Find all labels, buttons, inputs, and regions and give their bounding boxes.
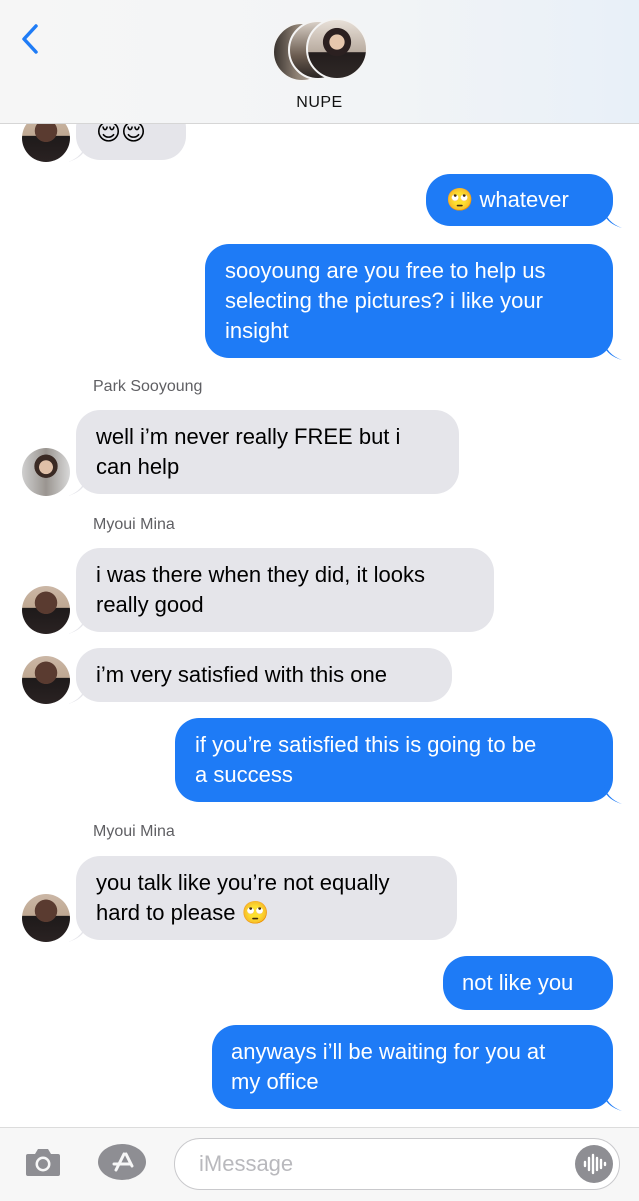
app-store-icon[interactable]	[96, 1142, 148, 1182]
bubble-tail	[68, 614, 86, 634]
message-text: not like you	[462, 970, 574, 995]
bubble-tail	[604, 208, 622, 228]
bubble-tail	[604, 1091, 622, 1111]
message-text-line: sooyoung are you free to help us	[225, 258, 546, 283]
conversation-header: NUPE	[0, 0, 639, 124]
group-member-avatar	[306, 18, 368, 80]
bubble-tail	[604, 784, 622, 804]
message-bubble-incoming[interactable]: you talk like you’re not equally hard to…	[76, 856, 457, 940]
message-bubble-incoming[interactable]: i’m very satisfied with this one	[76, 648, 452, 702]
back-chevron-icon[interactable]	[16, 22, 46, 56]
camera-icon[interactable]	[24, 1146, 62, 1178]
message-text-line: i was there when they did, it looks	[96, 562, 425, 587]
message-text-line: really good	[96, 592, 204, 617]
avatar[interactable]	[22, 124, 70, 162]
input-placeholder: iMessage	[199, 1151, 294, 1176]
compose-bar: iMessage	[0, 1127, 639, 1201]
sender-name: Myoui Mina	[93, 823, 175, 840]
bubble-tail	[68, 476, 86, 496]
message-bubble-incoming[interactable]: 😌😌	[76, 124, 186, 160]
message-text-line: insight	[225, 318, 289, 343]
imessage-input[interactable]: iMessage	[174, 1138, 620, 1190]
message-bubble-outgoing[interactable]: not like you	[443, 956, 613, 1010]
avatar[interactable]	[22, 448, 70, 496]
bubble-tail	[68, 142, 86, 162]
avatar[interactable]	[22, 586, 70, 634]
message-bubble-outgoing[interactable]: anyways i’ll be waiting for you at my of…	[212, 1025, 613, 1109]
avatar[interactable]	[22, 894, 70, 942]
message-list[interactable]: 😌😌 🙄 whatever sooyoung are you free to h…	[0, 124, 639, 1127]
message-text-line: well i’m never really FREE but i	[96, 424, 401, 449]
avatar[interactable]	[22, 656, 70, 704]
message-bubble-incoming[interactable]: i was there when they did, it looks real…	[76, 548, 494, 632]
message-text: 😌😌	[96, 124, 147, 146]
message-text-line: hard to please 🙄	[96, 900, 269, 925]
sender-name: Myoui Mina	[93, 516, 175, 533]
message-bubble-incoming[interactable]: well i’m never really FREE but i can hel…	[76, 410, 459, 494]
message-bubble-outgoing[interactable]: if you’re satisfied this is going to be …	[175, 718, 613, 802]
message-text-line: if you’re satisfied this is going to be	[195, 732, 537, 757]
message-text: 🙄 whatever	[446, 187, 569, 212]
message-text-line: a success	[195, 762, 293, 787]
group-name[interactable]: NUPE	[0, 94, 639, 112]
bubble-tail	[68, 922, 86, 942]
audio-waveform-icon[interactable]	[575, 1145, 613, 1183]
sender-name: Park Sooyoung	[93, 378, 203, 395]
message-text-line: can help	[96, 454, 180, 479]
message-text: i’m very satisfied with this one	[96, 662, 387, 687]
bubble-tail	[68, 684, 86, 704]
message-text-line: you talk like you’re not equally	[96, 870, 390, 895]
bubble-tail	[604, 340, 622, 360]
message-text-line: selecting the pictures? i like your	[225, 288, 543, 313]
message-text-line: anyways i’ll be waiting for you at	[231, 1039, 546, 1064]
message-text-line: my office	[231, 1069, 319, 1094]
group-avatar-stack[interactable]	[272, 18, 368, 84]
message-bubble-outgoing[interactable]: sooyoung are you free to help us selecti…	[205, 244, 613, 358]
message-bubble-outgoing[interactable]: 🙄 whatever	[426, 174, 613, 226]
